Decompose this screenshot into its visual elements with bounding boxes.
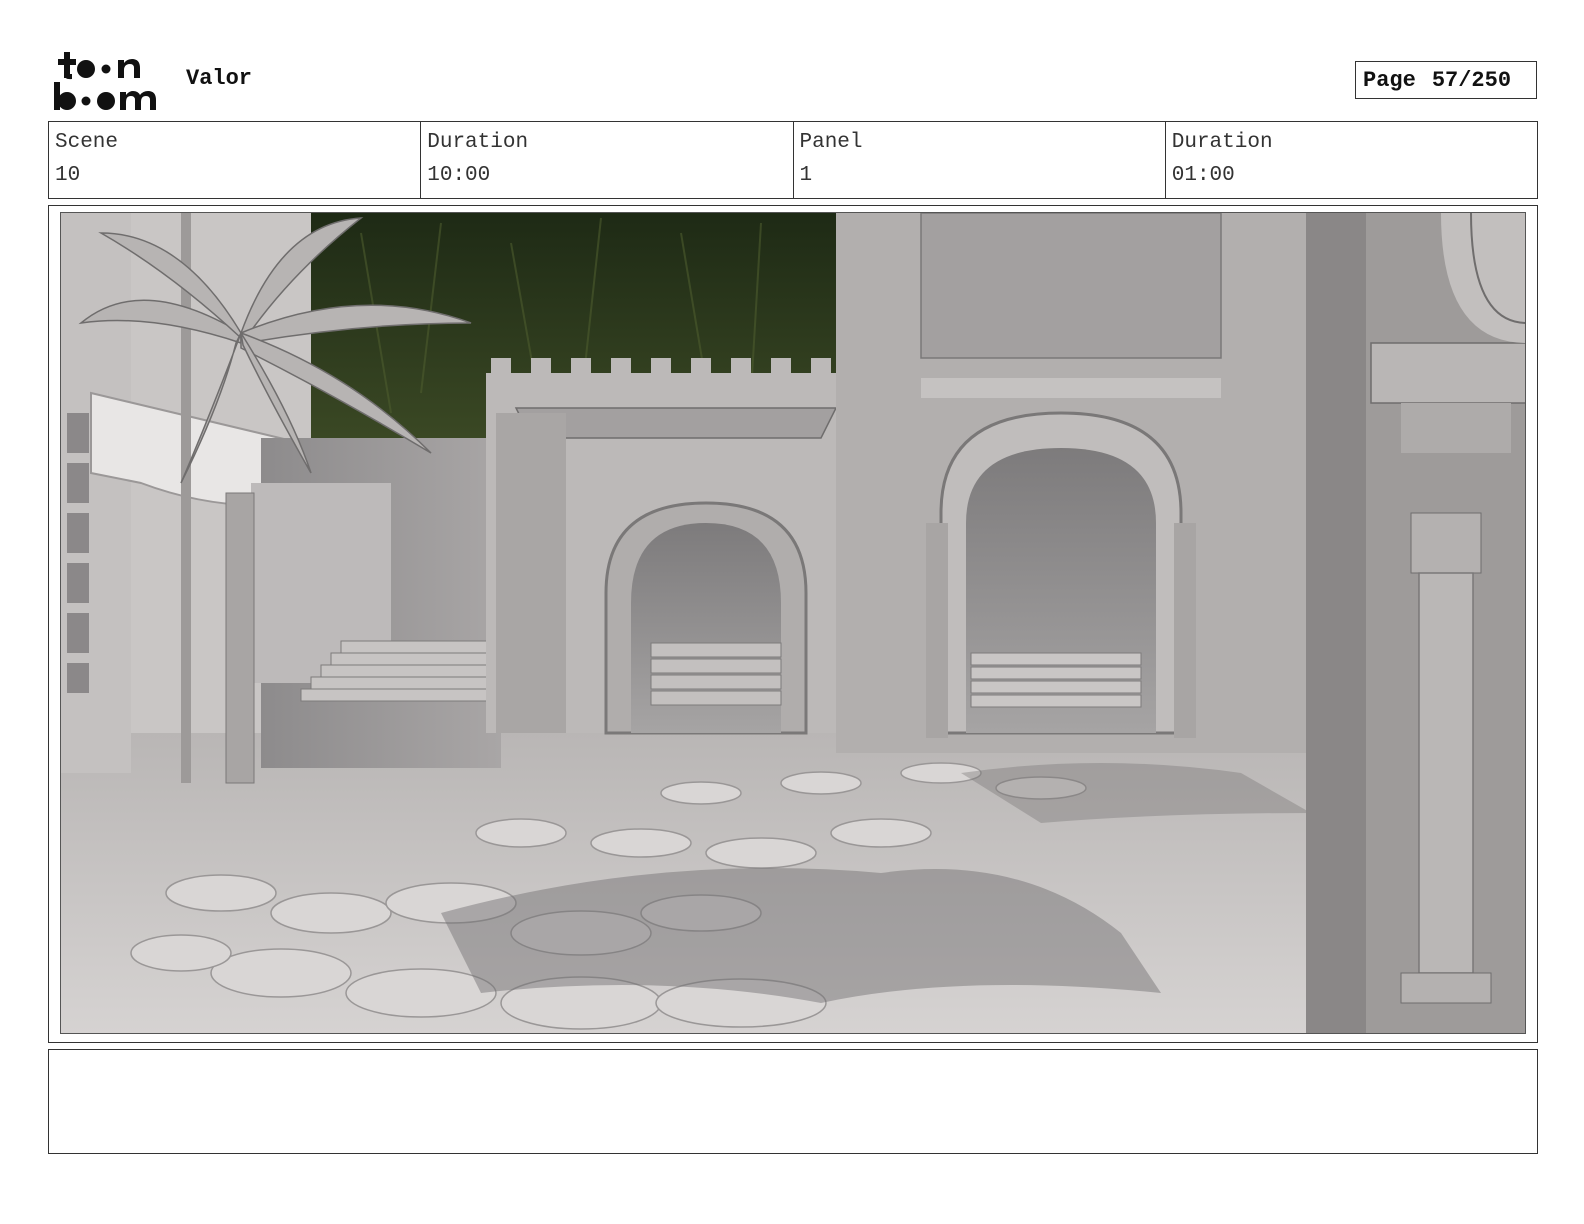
panel-image	[60, 212, 1526, 1034]
panel-frame	[48, 205, 1538, 1043]
panel-label: Panel	[799, 131, 863, 154]
scene-cell: Scene 10	[49, 122, 420, 198]
page-label: Page	[1363, 67, 1416, 93]
panel-duration-cell: Duration 01:00	[1164, 122, 1537, 198]
toon-boom-logo	[52, 50, 164, 112]
page-indicator: Page 57/250	[1355, 61, 1537, 99]
scene-value: 10	[55, 164, 81, 187]
scene-duration-cell: Duration 10:00	[420, 122, 792, 198]
panel-cell: Panel 1	[792, 122, 1165, 198]
page-number: 57/250	[1431, 67, 1512, 93]
panel-notes-box	[48, 1049, 1538, 1154]
panel-value: 1	[799, 164, 813, 187]
scene-info-table: Scene 10 Duration 10:00 Panel 1 Duration…	[48, 121, 1538, 199]
panel-duration-value: 01:00	[1171, 164, 1235, 187]
project-title: Valor	[186, 66, 253, 91]
panel-duration-label: Duration	[1171, 131, 1273, 154]
scene-label: Scene	[55, 131, 119, 154]
courtyard-render-illustration	[61, 213, 1525, 1033]
scene-duration-value: 10:00	[427, 164, 491, 187]
scene-duration-label: Duration	[427, 131, 529, 154]
